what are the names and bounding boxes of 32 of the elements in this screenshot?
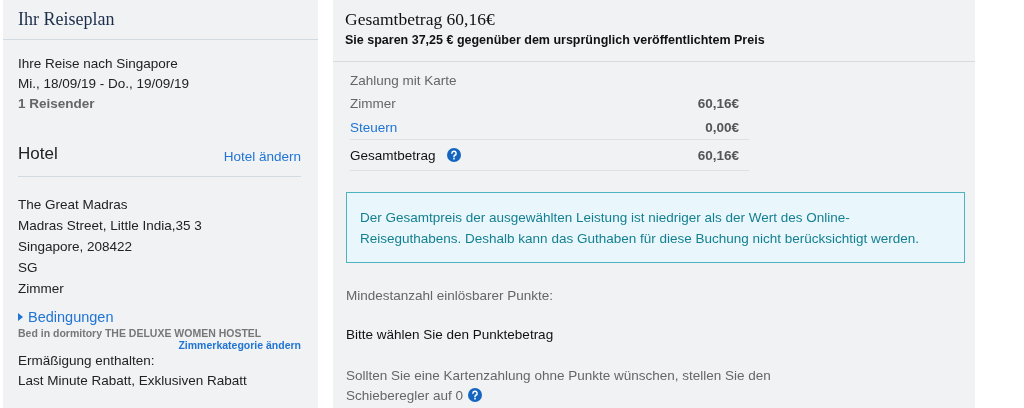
payment-label: Zahlung mit Karte <box>350 72 458 90</box>
savings-text: Sie sparen 37,25 € gegenüber dem ursprünglich veröffentlichtem Preis <box>345 33 766 47</box>
address-line: The Great Madras <box>18 196 129 214</box>
trip-destination: Ihre Reise nach Singapore <box>18 55 179 73</box>
discount-list: Last Minute Rabatt, Exklusiven Rabatt <box>18 371 301 391</box>
change-room-link[interactable]: Zimmerkategorie ändern <box>178 339 301 351</box>
discount-label: Ermäßigung enthalten: <box>18 352 156 370</box>
total-title: Gesamtbetrag 60,16€ <box>345 9 496 30</box>
traveler-count: 1 Reisender <box>18 95 96 113</box>
row-label: Gesamtbetrag <box>350 147 436 163</box>
help-icon[interactable] <box>446 148 461 162</box>
trip-dates: Mi., 18/09/19 - Do., 19/09/19 <box>18 75 191 93</box>
address-line: SG <box>18 259 39 277</box>
row-amount: 60,16€ <box>697 147 739 163</box>
panel-title: Ihr Reiseplan <box>18 9 115 30</box>
room-type: Bed in dormitory THE DELUXE WOMEN HOSTEL <box>18 327 263 339</box>
address-line: Madras Street, Little India,35 3 <box>18 217 203 235</box>
slider-hint: Schieberegler auf 0 <box>346 388 464 403</box>
help-icon[interactable] <box>468 388 483 402</box>
row-amount: 0,00€ <box>705 119 739 135</box>
change-hotel-link[interactable]: Hotel ändern <box>223 149 301 164</box>
conditions-toggle[interactable]: Bedingungen <box>18 309 114 325</box>
room-label: Zimmer <box>18 280 65 298</box>
address-line: Singapore, 208422 <box>18 238 134 256</box>
row-amount: 60,16€ <box>697 95 739 111</box>
section-heading: Hotel <box>18 144 58 164</box>
info-notice: Der Gesamtpreis der ausgewählten Leistung ist niedriger als der Wert des Online-Reiseguthabens. Deshalb kann das Guthaben für diese Buchung nicht berücksichtigt werden. <box>346 192 965 263</box>
row-label: Zimmer <box>350 95 396 111</box>
slider-hint: Sollten Sie eine Kartenzahlung ohne Punkte wünschen, stellen Sie den <box>346 368 771 383</box>
min-points-label: Mindestanzahl einlösbarer Punkte: <box>346 288 555 303</box>
points-prompt: Bitte wählen Sie den Punktebetrag <box>346 327 555 342</box>
taxes-link[interactable]: Steuern <box>350 119 398 135</box>
